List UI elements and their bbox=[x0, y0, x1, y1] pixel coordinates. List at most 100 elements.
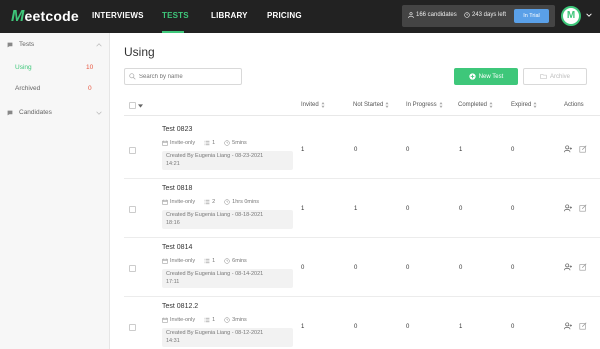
test-name[interactable]: Test 0818 bbox=[162, 185, 192, 192]
created-info: Created By Eugenia Liang - 08-23-2021 14:… bbox=[162, 151, 293, 170]
column-invited[interactable]: Invited bbox=[301, 102, 325, 108]
in-progress-count: 0 bbox=[406, 265, 410, 271]
edit-icon[interactable] bbox=[579, 322, 587, 330]
page-title: Using bbox=[124, 45, 155, 59]
not-started-count: 1 bbox=[354, 206, 358, 212]
column-in-progress[interactable]: In Progress bbox=[406, 102, 443, 108]
invited-count: 1 bbox=[301, 324, 305, 330]
test-name[interactable]: Test 0823 bbox=[162, 126, 192, 133]
clock-icon bbox=[224, 199, 230, 205]
list-icon bbox=[204, 317, 210, 323]
calendar-icon bbox=[162, 199, 168, 205]
chevron-down-icon[interactable] bbox=[586, 12, 592, 18]
invited-count: 0 bbox=[301, 265, 305, 271]
list-icon bbox=[204, 140, 210, 146]
test-meta: Invite-only 2 1hrs 0mins bbox=[162, 199, 259, 205]
not-started-count: 0 bbox=[354, 324, 358, 330]
expired-count: 0 bbox=[511, 265, 515, 271]
completed-count: 1 bbox=[459, 147, 463, 153]
candidates-count: 166 candidates bbox=[416, 12, 457, 18]
table-row[interactable]: Test 0818 Invite-only 2 1hrs 0mins Creat… bbox=[124, 179, 600, 238]
list-icon bbox=[204, 258, 210, 264]
account-status-box: 166 candidates 243 days left In Trial bbox=[402, 5, 555, 27]
not-started-count: 0 bbox=[354, 265, 358, 271]
created-info: Created By Eugenia Liang - 08-14-2021 17:… bbox=[162, 269, 293, 288]
test-name[interactable]: Test 0812.2 bbox=[162, 303, 198, 310]
sidebar-group-candidates[interactable]: Candidates bbox=[7, 109, 52, 116]
edit-icon[interactable] bbox=[579, 263, 587, 271]
plus-circle-icon bbox=[469, 73, 476, 80]
archive-button[interactable]: Archive bbox=[523, 68, 587, 85]
completed-count: 0 bbox=[459, 206, 463, 212]
test-meta: Invite-only 1 3mins bbox=[162, 317, 247, 323]
edit-icon[interactable] bbox=[579, 204, 587, 212]
sidebar-group-tests[interactable]: Tests bbox=[7, 41, 34, 48]
nav-interviews[interactable]: INTERVIEWS bbox=[92, 11, 144, 20]
select-all[interactable] bbox=[129, 102, 143, 109]
avatar[interactable]: M bbox=[561, 6, 581, 26]
sort-icon bbox=[385, 102, 389, 108]
sidebar-group-label: Tests bbox=[19, 41, 35, 48]
days-left: 243 days left bbox=[472, 12, 507, 18]
created-info: Created By Eugenia Liang - 08-12-2021 14:… bbox=[162, 328, 293, 347]
clock-icon bbox=[224, 140, 230, 146]
sort-icon bbox=[321, 102, 325, 108]
add-user-icon[interactable] bbox=[564, 204, 572, 212]
sidebar-item-archived[interactable]: Archived bbox=[15, 85, 40, 92]
folder-icon bbox=[540, 74, 547, 79]
nav-tests[interactable]: TESTS bbox=[162, 11, 189, 20]
table-row[interactable]: Test 0823 Invite-only 1 5mins Created By… bbox=[124, 120, 600, 179]
add-user-icon[interactable] bbox=[564, 322, 572, 330]
edit-icon[interactable] bbox=[579, 145, 587, 153]
search-box[interactable] bbox=[124, 68, 242, 85]
meetcode-logo[interactable]: Meetcode bbox=[11, 8, 79, 26]
column-actions: Actions bbox=[564, 102, 584, 108]
nav-pricing[interactable]: PRICING bbox=[267, 11, 302, 20]
table-row[interactable]: Test 0812.2 Invite-only 1 3mins Created … bbox=[124, 297, 600, 349]
invited-count: 1 bbox=[301, 206, 305, 212]
in-progress-count: 0 bbox=[406, 206, 410, 212]
table-header: Invited Not Started In Progress Complete… bbox=[124, 94, 600, 116]
row-checkbox[interactable] bbox=[129, 206, 136, 213]
sort-icon bbox=[533, 102, 537, 108]
clock-icon bbox=[464, 12, 470, 18]
add-user-icon[interactable] bbox=[564, 263, 572, 271]
select-all-checkbox[interactable] bbox=[129, 102, 136, 109]
calendar-icon bbox=[162, 317, 168, 323]
clock-icon bbox=[224, 258, 230, 264]
column-not-started[interactable]: Not Started bbox=[353, 102, 389, 108]
column-completed[interactable]: Completed bbox=[458, 102, 493, 108]
completed-count: 0 bbox=[459, 265, 463, 271]
created-info: Created By Eugenia Liang - 08-18-2021 18:… bbox=[162, 210, 293, 229]
user-icon bbox=[408, 12, 414, 18]
sidebar-item-using[interactable]: Using bbox=[15, 64, 32, 71]
completed-count: 1 bbox=[459, 324, 463, 330]
test-name[interactable]: Test 0814 bbox=[162, 244, 192, 251]
flag-icon bbox=[7, 42, 13, 47]
test-meta: Invite-only 1 5mins bbox=[162, 140, 247, 146]
nav-library[interactable]: LIBRARY bbox=[211, 11, 248, 20]
calendar-icon bbox=[162, 140, 168, 146]
expired-count: 0 bbox=[511, 147, 515, 153]
sort-icon bbox=[489, 102, 493, 108]
test-meta: Invite-only 1 6mins bbox=[162, 258, 247, 264]
clock-icon bbox=[224, 317, 230, 323]
in-trial-button[interactable]: In Trial bbox=[514, 9, 549, 23]
chevron-down-icon[interactable] bbox=[96, 111, 102, 115]
table-row[interactable]: Test 0814 Invite-only 1 6mins Created By… bbox=[124, 238, 600, 297]
chevron-up-icon[interactable] bbox=[96, 43, 102, 47]
search-input[interactable] bbox=[139, 73, 239, 80]
column-expired[interactable]: Expired bbox=[511, 102, 537, 108]
sort-icon bbox=[439, 102, 443, 108]
archived-count-badge: 0 bbox=[88, 85, 92, 92]
row-checkbox[interactable] bbox=[129, 265, 136, 272]
invited-count: 1 bbox=[301, 147, 305, 153]
row-checkbox[interactable] bbox=[129, 324, 136, 331]
row-checkbox[interactable] bbox=[129, 147, 136, 154]
new-test-button[interactable]: New Test bbox=[454, 68, 518, 85]
search-icon bbox=[129, 73, 136, 80]
caret-down-icon[interactable] bbox=[138, 103, 143, 108]
archive-label: Archive bbox=[549, 73, 570, 80]
not-started-count: 0 bbox=[354, 147, 358, 153]
add-user-icon[interactable] bbox=[564, 145, 572, 153]
